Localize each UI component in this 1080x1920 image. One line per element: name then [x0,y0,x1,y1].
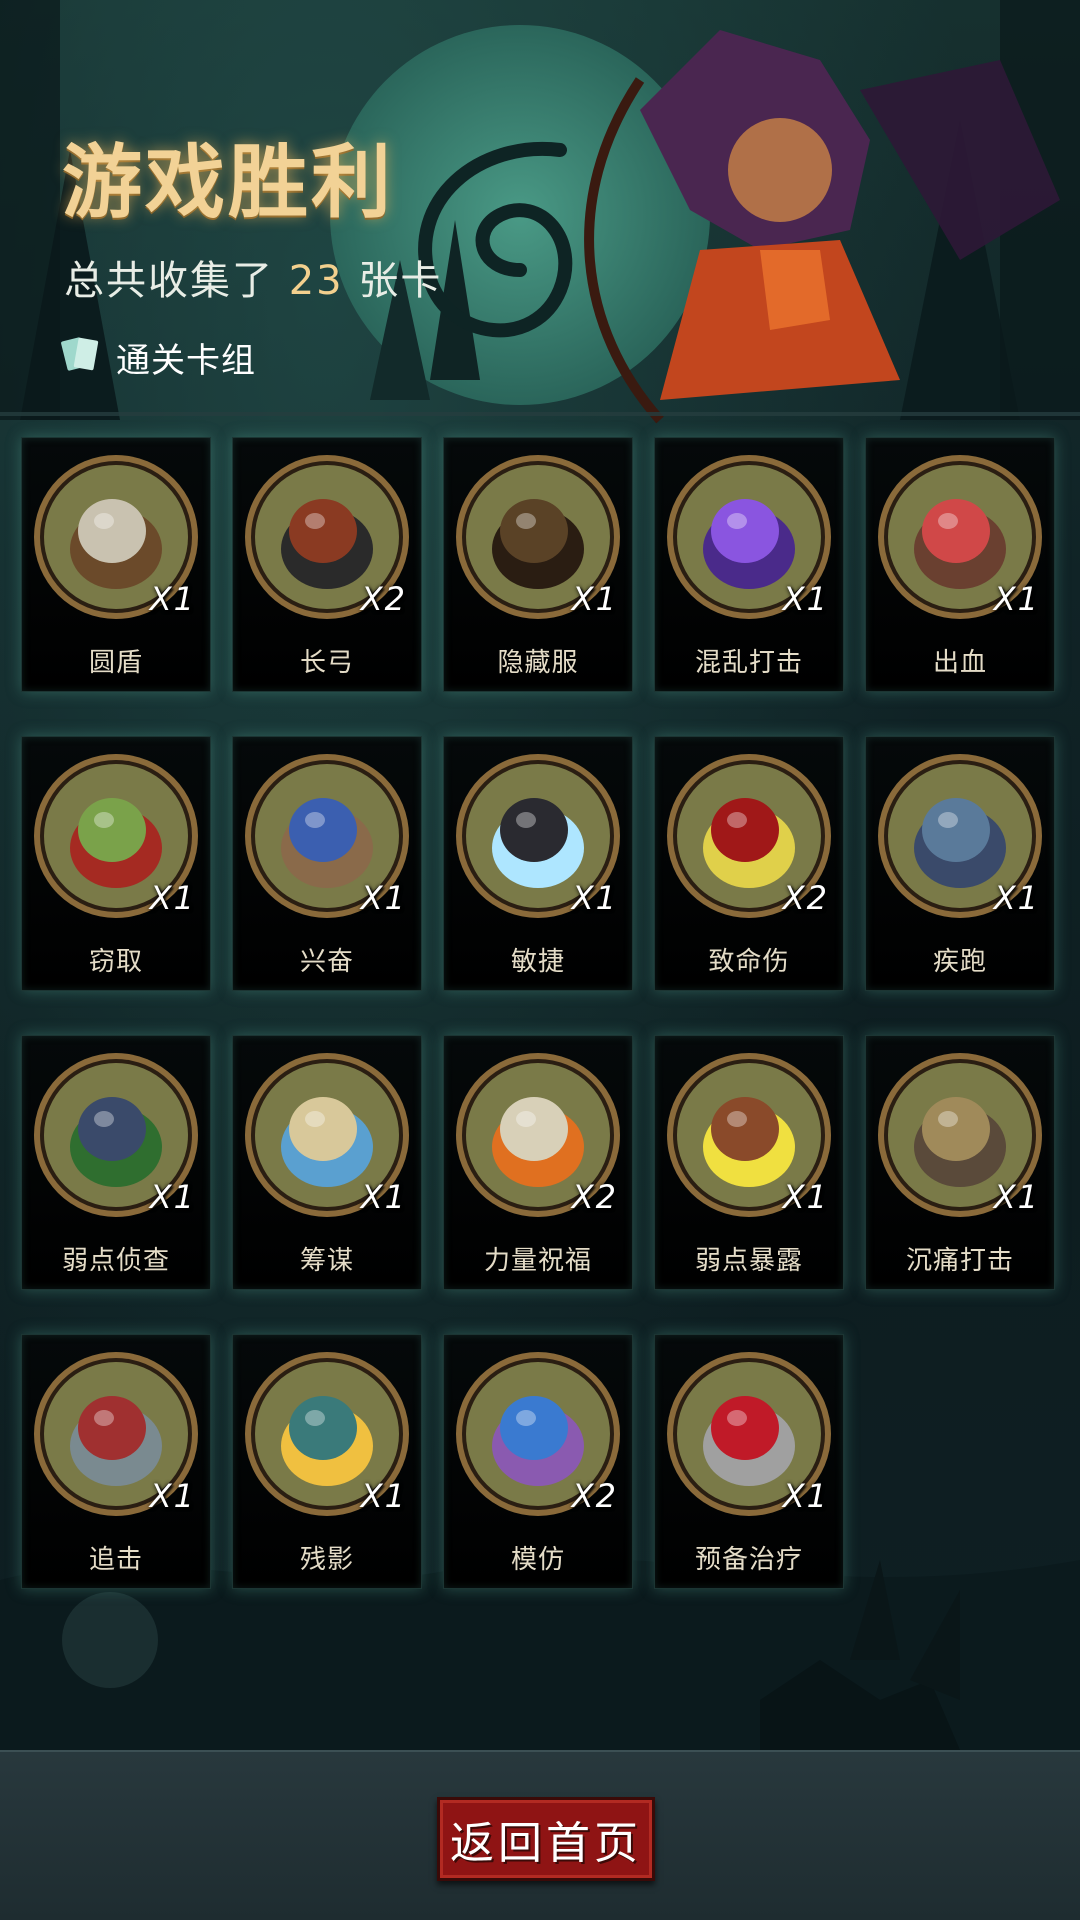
total-cards-count: 23 [288,258,344,304]
card-name: 追击 [88,1545,143,1575]
card-tile[interactable]: X1 沉痛打击 [865,1035,1055,1290]
card-tile[interactable]: X2 力量祝福 [443,1035,633,1290]
card-name: 模仿 [510,1545,565,1575]
card-tile[interactable]: X1 出血 [865,437,1055,692]
return-home-label: 返回首页 [450,1818,642,1869]
card-quantity: X1 [360,1477,407,1515]
card-quantity: X1 [993,879,1040,917]
card-tile[interactable]: X1 疾跑 [865,736,1055,991]
card-quantity: X1 [149,1477,196,1515]
card-quantity: X1 [782,1178,829,1216]
collected-cards-grid: X1 圆盾 X2 长弓 X1 隐藏服 X1 混乱打击 X1 出血 X1 窃取 X1 兴奋 X1 敏捷 X2 致命伤… [21,437,1055,1589]
card-quantity: X1 [149,580,196,618]
summary-suffix: 张卡 [358,258,443,304]
page-title: 游戏胜利 [62,136,394,229]
card-name: 致命伤 [708,947,790,977]
return-home-button[interactable]: 返回首页 [437,1797,655,1881]
header: 游戏胜利 总共收集了 23 张卡 通关卡组 [0,0,1080,420]
card-quantity: X1 [993,580,1040,618]
card-tile[interactable]: X2 致命伤 [654,736,844,991]
card-name: 弱点侦查 [61,1246,170,1276]
card-tile[interactable]: X2 模仿 [443,1334,633,1589]
card-tile[interactable]: X1 弱点侦查 [21,1035,211,1290]
card-quantity: X2 [571,1477,618,1515]
card-tile[interactable]: X2 长弓 [232,437,422,692]
card-name: 沉痛打击 [905,1246,1014,1276]
card-name: 弱点暴露 [694,1246,803,1276]
cards-icon [60,333,102,381]
card-quantity: X1 [149,1178,196,1216]
card-name: 圆盾 [88,648,143,678]
card-name: 窃取 [88,947,143,977]
card-quantity: X1 [149,879,196,917]
card-tile[interactable]: X1 隐藏服 [443,437,633,692]
card-tile[interactable]: X1 兴奋 [232,736,422,991]
card-quantity: X1 [782,580,829,618]
cards-collected-summary: 总共收集了 23 张卡 [64,248,442,306]
summary-prefix: 总共收集了 [64,258,274,304]
card-name: 敏捷 [510,947,565,977]
card-tile[interactable]: X1 敏捷 [443,736,633,991]
card-name: 长弓 [299,648,354,678]
card-quantity: X1 [360,1178,407,1216]
card-quantity: X2 [360,580,407,618]
skull-silhouette [62,1592,158,1688]
card-quantity: X1 [993,1178,1040,1216]
card-tile[interactable]: X1 圆盾 [21,437,211,692]
card-quantity: X2 [782,879,829,917]
card-name: 残影 [299,1545,354,1575]
card-tile[interactable]: X1 筹谋 [232,1035,422,1290]
card-quantity: X1 [571,879,618,917]
card-tile[interactable]: X1 追击 [21,1334,211,1589]
card-tile[interactable]: X1 残影 [232,1334,422,1589]
card-tile[interactable]: X1 混乱打击 [654,437,844,692]
card-name: 预备治疗 [694,1545,803,1575]
card-name: 隐藏服 [497,648,579,678]
card-quantity: X1 [360,879,407,917]
card-name: 混乱打击 [694,648,803,678]
card-name: 筹谋 [299,1246,354,1276]
card-name: 疾跑 [932,947,987,977]
card-name: 力量祝福 [483,1246,592,1276]
cleared-deck-button[interactable]: 通关卡组 [60,332,256,382]
card-name: 出血 [932,648,987,678]
card-tile[interactable]: X1 预备治疗 [654,1334,844,1589]
card-quantity: X1 [782,1477,829,1515]
card-quantity: X1 [571,580,618,618]
card-quantity: X2 [571,1178,618,1216]
card-tile[interactable]: X1 窃取 [21,736,211,991]
card-name: 兴奋 [299,947,354,977]
card-tile[interactable]: X1 弱点暴露 [654,1035,844,1290]
cleared-deck-label: 通关卡组 [116,340,256,381]
game-victory-screen: 游戏胜利 总共收集了 23 张卡 通关卡组 X1 圆盾 X2 长弓 X1 隐藏服 X1 混乱打… [0,0,1080,1920]
